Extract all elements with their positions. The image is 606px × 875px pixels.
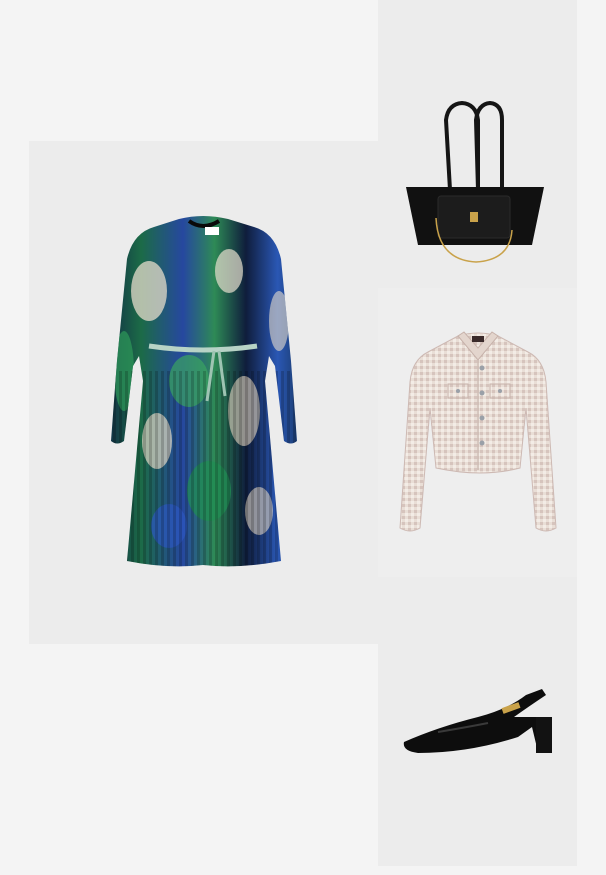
shoe-image: [403, 689, 552, 753]
dress-shape: [111, 216, 297, 567]
dress-product-tile[interactable]: [29, 141, 378, 644]
shoe-body: [403, 689, 552, 753]
dress-label: [205, 227, 219, 235]
jacket-image: [399, 331, 557, 532]
dress-image: [111, 216, 297, 567]
bag-clasp: [470, 212, 478, 222]
bag-handle: [443, 100, 480, 191]
jacket-product-tile[interactable]: [378, 288, 577, 577]
jacket-button: [479, 365, 485, 371]
handbag-product-tile[interactable]: [378, 0, 577, 288]
shoe-product-tile[interactable]: [378, 577, 577, 866]
handbag-image: [406, 100, 544, 263]
